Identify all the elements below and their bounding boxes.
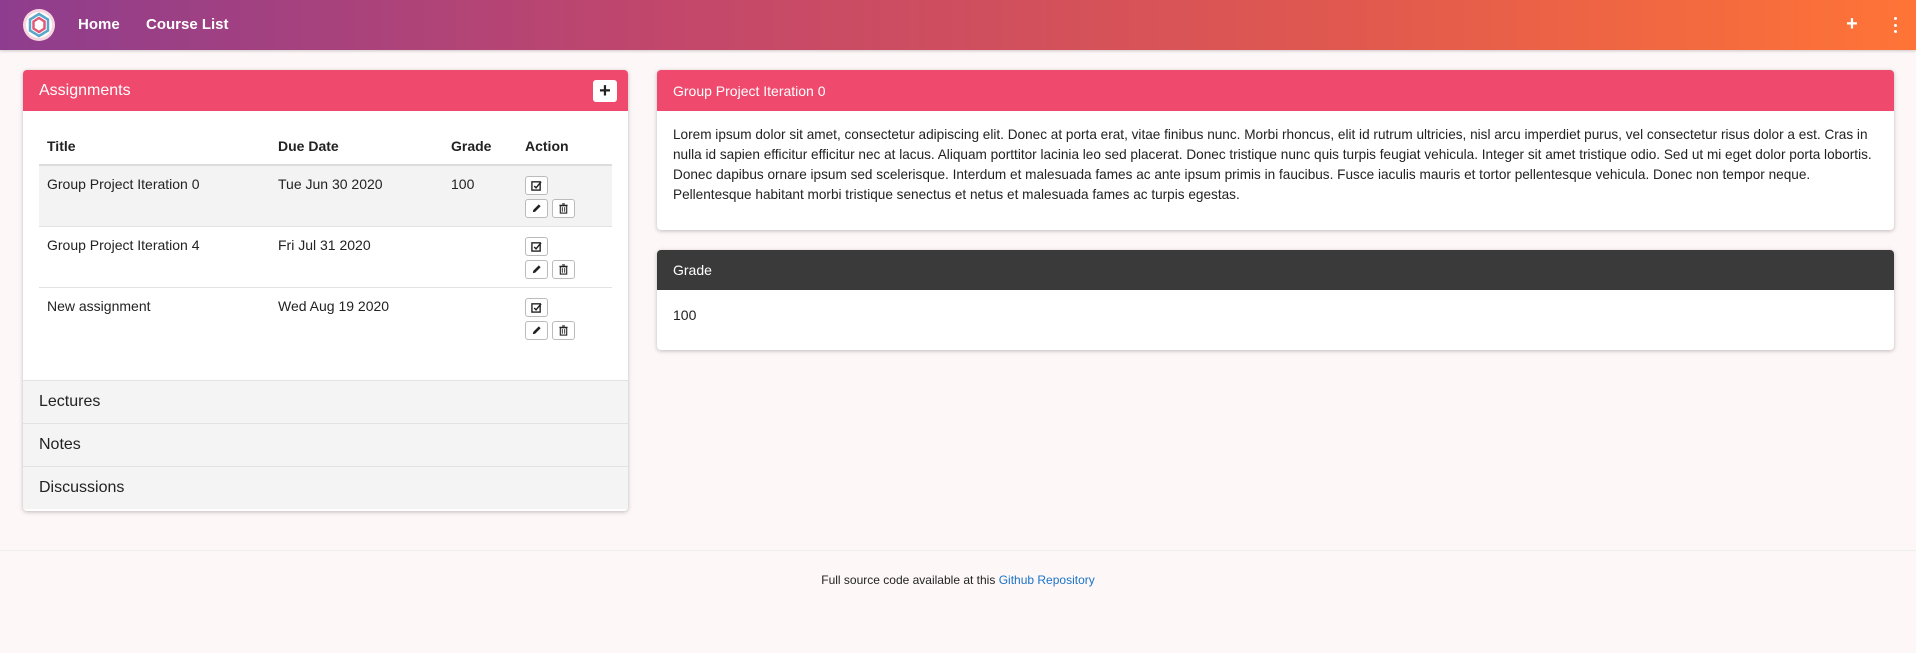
grade-card: Grade 100 <box>657 250 1894 350</box>
section-notes[interactable]: Notes <box>23 423 628 466</box>
assignments-header[interactable]: Assignments + <box>23 70 628 111</box>
app-logo-icon[interactable] <box>22 8 56 42</box>
action-cell <box>517 287 612 348</box>
delete-trash-icon[interactable] <box>552 320 575 340</box>
assignment-title-cell[interactable]: Group Project Iteration 0 <box>39 165 270 227</box>
page-footer: Full source code available at this Githu… <box>0 550 1916 653</box>
assignment-detail-card: Group Project Iteration 0 Lorem ipsum do… <box>657 70 1894 230</box>
nav-home-link[interactable]: Home <box>78 0 120 50</box>
assignments-table: Title Due Date Grade Action Group Projec… <box>39 125 612 348</box>
assignment-description: Lorem ipsum dolor sit amet, consectetur … <box>673 127 1872 202</box>
submit-checkbox-icon[interactable] <box>525 176 548 195</box>
assignments-title: Assignments <box>39 81 131 99</box>
section-lectures[interactable]: Lectures <box>23 380 628 423</box>
nav-course-list-link[interactable]: Course List <box>146 0 229 50</box>
kebab-menu-icon[interactable] <box>1888 14 1902 36</box>
plus-icon[interactable]: + <box>1842 14 1862 34</box>
column-header-action: Action <box>517 125 612 166</box>
github-repository-link[interactable]: Github Repository <box>999 573 1095 587</box>
footer-text: Full source code available at this <box>821 573 999 587</box>
column-header-title: Title <box>39 125 270 166</box>
action-cell <box>517 165 612 227</box>
edit-pencil-icon[interactable] <box>525 320 548 340</box>
submit-checkbox-icon[interactable] <box>525 297 548 317</box>
edit-pencil-icon[interactable] <box>525 199 548 218</box>
due-date-cell: Wed Aug 19 2020 <box>278 297 390 314</box>
delete-trash-icon[interactable] <box>552 259 575 279</box>
assignment-title-cell[interactable]: Group Project Iteration 4 <box>39 226 270 288</box>
table-row[interactable]: Group Project Iteration 0 Tue Jun 30 202… <box>39 165 612 227</box>
grade-card-title: Grade <box>657 250 1894 290</box>
due-date-cell: Fri Jul 31 2020 <box>270 226 443 288</box>
add-assignment-button[interactable]: + <box>593 80 617 102</box>
delete-trash-icon[interactable] <box>552 199 575 218</box>
grade-value: 100 <box>673 307 697 323</box>
top-navbar: Home Course List + <box>0 0 1916 50</box>
column-header-due-date: Due Date <box>270 125 443 166</box>
assignment-title-cell[interactable]: New assignment <box>39 287 270 348</box>
grade-cell: 100 <box>443 165 517 227</box>
assignment-detail-title: Group Project Iteration 0 <box>657 70 1894 111</box>
column-header-grade: Grade <box>443 125 517 166</box>
due-date-cell: Tue Jun 30 2020 <box>270 165 443 227</box>
table-row[interactable]: Group Project Iteration 4 Fri Jul 31 202… <box>39 226 612 288</box>
course-content-panel: Assignments + Title Due Date Grade Actio… <box>23 70 628 511</box>
grade-cell <box>443 226 517 288</box>
table-row[interactable]: New assignment Wed Aug 19 2020 <box>39 287 612 348</box>
action-cell <box>517 226 612 288</box>
grade-cell <box>443 287 517 348</box>
section-discussions[interactable]: Discussions <box>23 466 628 509</box>
submit-checkbox-icon[interactable] <box>525 236 548 256</box>
edit-pencil-icon[interactable] <box>525 259 548 279</box>
